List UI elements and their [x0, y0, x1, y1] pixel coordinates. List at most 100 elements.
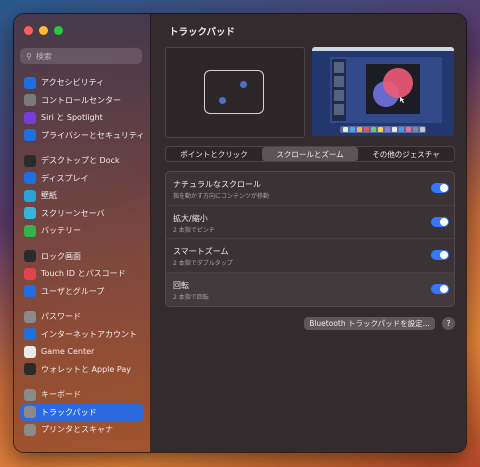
sidebar-nav: アクセシビリティコントロールセンター Siri と Spotlight プライバシー… — [20, 74, 144, 447]
segmented-tabs: ポイントとクリック スクロールとズーム その他のジェスチャ — [165, 146, 455, 162]
wallet-icon — [24, 363, 36, 376]
tab[interactable]: スクロールとズーム — [262, 147, 358, 161]
bluetooth-trackpad-button[interactable]: Bluetooth トラックパッドを設定... — [304, 317, 435, 330]
sidebar-item-label: ウォレットと Apple Pay — [41, 364, 131, 374]
sidebar-item[interactable]: ユーザとグループ — [20, 283, 144, 301]
sidebar-item-label: インターネットアカウント — [41, 329, 137, 339]
window-controls — [24, 26, 63, 35]
setting-label: 回転 — [173, 280, 189, 290]
fingerprint-icon — [24, 267, 36, 280]
sidebar-item[interactable]: アクセシビリティ — [20, 74, 144, 92]
zoom-button[interactable] — [54, 26, 63, 35]
sidebar-item-label: バッテリー — [41, 226, 81, 236]
tab[interactable]: ポイントとクリック — [166, 147, 262, 161]
sidebar-item[interactable]: ウォレットと Apple Pay — [20, 361, 144, 379]
setting-sublabel: 指を動かす方向にコンテンツが移動 — [173, 193, 270, 200]
at-icon — [24, 328, 36, 341]
setting-label: スマートズーム — [173, 247, 229, 256]
game-center-icon — [24, 345, 36, 358]
tab[interactable]: その他のジェスチャ — [358, 147, 454, 161]
setting-row: 拡大/縮小 2 本指でピンチ — [166, 206, 454, 239]
sidebar-item[interactable]: Game Center — [20, 343, 144, 361]
setting-row: ナチュラルなスクロール指を動かす方向にコンテンツが移動 — [166, 172, 454, 206]
setting-toggle[interactable] — [431, 216, 449, 227]
sidebar-item[interactable]: トラックパッド — [20, 403, 144, 421]
sidebar-item-label: プライバシーとセキュリティ — [41, 130, 145, 140]
display-icon — [24, 172, 36, 185]
sidebar-group: デスクトップと Dock ディスプレイ 壁紙スクリーンセーバ バッテリー — [20, 152, 144, 240]
sidebar-item-label: ディスプレイ — [41, 173, 89, 183]
setting-label: ナチュラルなスクロール — [173, 180, 261, 189]
system-settings-window: ⚲ 検索 アクセシビリティコントロールセンター Siri と Spotlight プ… — [14, 14, 466, 452]
sidebar-item-label: デスクトップと Dock — [41, 156, 120, 166]
siri-icon — [24, 111, 36, 124]
control-center-icon — [24, 94, 36, 107]
sidebar-item[interactable]: ディスプレイ — [20, 170, 144, 188]
setting-row: スマートズーム 2 本指でダブルタップ — [166, 239, 454, 273]
sidebar-item[interactable]: ロック画面 — [20, 248, 144, 266]
setting-toggle[interactable] — [431, 250, 449, 260]
users-icon — [24, 285, 36, 298]
sidebar-group: キーボードトラックパッドプリンタとスキャナ — [20, 386, 144, 439]
help-button[interactable]: ? — [442, 317, 455, 330]
setting-sublabel: 2 本指でダブルタップ — [173, 260, 233, 267]
sidebar-item[interactable]: デスクトップと Dock — [20, 152, 144, 170]
main-panel: トラックパッド ポイントとクリック スクロールとズーム その他のジェスチャ ナチ… — [151, 14, 466, 452]
sidebar-item-label: ロック画面 — [41, 251, 81, 261]
sidebar-item-label: パスワード — [41, 312, 81, 322]
sidebar-item-label: アクセシビリティ — [41, 78, 105, 88]
sidebar-item[interactable]: インターネットアカウント — [20, 326, 144, 344]
dock-icon — [24, 154, 36, 167]
search-icon: ⚲ — [26, 51, 32, 61]
setting-toggle[interactable] — [431, 283, 449, 294]
setting-sublabel: 2 本指で回転 — [173, 293, 209, 301]
sidebar-item[interactable]: スクリーンセーバ — [20, 205, 144, 223]
gesture-video-preview — [312, 47, 454, 136]
sidebar-item-label: キーボード — [41, 390, 81, 400]
setting-toggle[interactable] — [431, 183, 449, 193]
sidebar-item-label: 壁紙 — [41, 191, 57, 201]
wallpaper-icon — [24, 189, 36, 202]
sidebar: ⚲ 検索 アクセシビリティコントロールセンター Siri と Spotlight プ… — [14, 14, 151, 452]
sidebar-item-label: Touch ID とパスコード — [41, 269, 126, 279]
sidebar-item[interactable]: キーボード — [20, 386, 144, 404]
sidebar-group: ロック画面 Touch ID とパスコードユーザとグループ — [20, 248, 144, 301]
minimize-button[interactable] — [39, 26, 48, 35]
printer-icon — [24, 423, 36, 436]
setting-row: 回転 2 本指で回転 — [166, 272, 454, 306]
sidebar-item-label: コントロールセンター — [41, 95, 121, 105]
accessibility-icon — [24, 76, 36, 89]
keyboard-icon — [24, 388, 36, 401]
sidebar-item[interactable]: パスワード — [20, 308, 144, 326]
sidebar-item[interactable]: Siri と Spotlight — [20, 109, 144, 127]
sidebar-item-label: スクリーンセーバ — [41, 208, 105, 218]
search-input[interactable]: ⚲ 検索 — [20, 48, 142, 64]
close-button[interactable] — [24, 26, 33, 35]
screensaver-icon — [24, 207, 36, 220]
hand-icon — [24, 129, 36, 142]
sidebar-item[interactable]: Touch ID とパスコード — [20, 265, 144, 283]
search-placeholder: 検索 — [35, 51, 52, 61]
sidebar-item[interactable]: コントロールセンター — [20, 92, 144, 110]
trackpad-icon — [24, 406, 36, 419]
sidebar-item-label: Siri と Spotlight — [41, 113, 103, 123]
sidebar-item-label: Game Center — [41, 347, 95, 357]
setting-label: 拡大/縮小 — [173, 213, 208, 223]
sidebar-group: パスワードインターネットアカウント Game Center ウォレットと Apple… — [20, 308, 144, 378]
sidebar-item[interactable]: プライバシーとセキュリティ — [20, 127, 144, 145]
toggle-knob — [440, 217, 448, 226]
toggle-knob — [440, 284, 448, 293]
sidebar-item-label: プリンタとスキャナ — [41, 425, 113, 435]
key-icon — [24, 310, 36, 323]
battery-icon — [24, 224, 36, 237]
sidebar-item-label: トラックパッド — [41, 407, 97, 417]
finger-dot — [240, 81, 247, 88]
sidebar-item[interactable]: バッテリー — [20, 222, 144, 240]
sidebar-item[interactable]: 壁紙 — [20, 187, 144, 205]
trackpad-illustration — [204, 70, 264, 114]
page-title: トラックパッド — [169, 27, 236, 38]
desktop-illustration — [312, 47, 454, 136]
trackpad-preview — [165, 47, 305, 138]
settings-list: ナチュラルなスクロール指を動かす方向にコンテンツが移動拡大/縮小 2 本指でピンチ… — [165, 171, 455, 307]
sidebar-item[interactable]: プリンタとスキャナ — [20, 421, 144, 439]
